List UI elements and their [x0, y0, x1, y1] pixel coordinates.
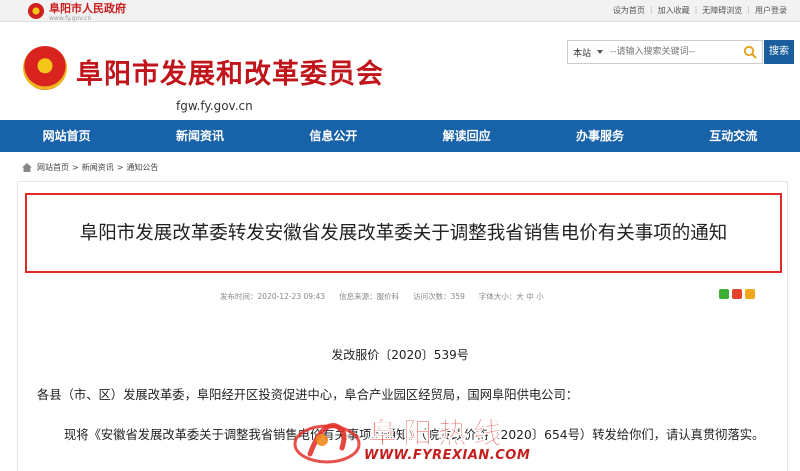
user-login-link[interactable]: 用户登录 — [750, 5, 792, 16]
search-scope-select[interactable]: 本站 — [573, 46, 591, 59]
document-number: 发改服价〔2020〕539号 — [331, 348, 469, 362]
breadcrumb-item-news[interactable]: 新闻资讯 — [82, 162, 114, 173]
top-bar: 阜阳市人民政府 www.fy.gov.cn 设为首页 | 加入收藏 | 无障碍浏… — [0, 0, 800, 22]
breadcrumb-item-notices[interactable]: 通知公告 — [126, 162, 158, 173]
gov-portal-logo[interactable]: 阜阳市人民政府 www.fy.gov.cn — [28, 3, 126, 22]
main-nav: 网站首页 新闻资讯 信息公开 解读回应 办事服务 互动交流 — [0, 120, 800, 152]
gov-portal-name: 阜阳市人民政府 — [49, 2, 126, 15]
wechat-share-icon[interactable] — [719, 289, 729, 299]
weibo-share-icon[interactable] — [732, 289, 742, 299]
nav-item-home[interactable]: 网站首页 — [0, 120, 133, 152]
article-paragraph: 各县（市、区）发展改革委，阜阳经开区投资促进中心，阜合产业园区经贸局，国网阜阳供… — [37, 388, 579, 402]
home-icon — [22, 163, 32, 172]
article-title-highlight: 阜阳市发展改革委转发安徽省发展改革委关于调整我省销售电价有关事项的通知 — [25, 193, 782, 273]
search-button[interactable]: 搜索 — [764, 40, 794, 64]
chevron-down-icon[interactable] — [597, 50, 603, 54]
article-title: 阜阳市发展改革委转发安徽省发展改革委关于调整我省销售电价有关事项的通知 — [79, 223, 728, 244]
set-homepage-link[interactable]: 设为首页 — [608, 5, 650, 16]
article-meta: 发布时间：2020-12-23 09:43 信息来源：服价科 访问次数：359 … — [220, 291, 544, 302]
breadcrumb-separator: > — [116, 163, 124, 172]
info-source: 信息来源：服价科 — [339, 292, 400, 301]
nav-item-interpretation[interactable]: 解读回应 — [400, 120, 533, 152]
site-header: 阜阳市发展和改革委员会 fgw.fy.gov.cn — [0, 22, 800, 120]
view-count: 访问次数：359 — [413, 292, 465, 301]
search-box: 本站 — [567, 40, 763, 64]
breadcrumb-item-home[interactable]: 网站首页 — [37, 162, 69, 173]
national-emblem-icon — [23, 46, 67, 90]
nav-item-info-disclosure[interactable]: 信息公开 — [267, 120, 400, 152]
breadcrumb-separator: > — [72, 163, 79, 172]
nav-item-services[interactable]: 办事服务 — [533, 120, 666, 152]
nav-item-news[interactable]: 新闻资讯 — [133, 120, 266, 152]
add-favorite-link[interactable]: 加入收藏 — [653, 5, 695, 16]
top-links: 设为首页 | 加入收藏 | 无障碍浏览 | 用户登录 — [608, 5, 792, 16]
nav-item-interaction[interactable]: 互动交流 — [667, 120, 800, 152]
article-paragraph: 现将《安徽省发展改革委关于调整我省销售电价有关事项的通知》（皖发改价格〔2020… — [64, 428, 765, 442]
site-title[interactable]: 阜阳市发展和改革委员会 — [76, 52, 384, 91]
font-size-control[interactable]: 字体大小：大 中 小 — [479, 291, 544, 302]
share-buttons — [719, 289, 755, 299]
publish-time: 发布时间：2020-12-23 09:43 — [220, 292, 326, 301]
breadcrumb: 网站首页 > 新闻资讯 > 通知公告 — [22, 162, 158, 173]
national-emblem-icon — [28, 3, 44, 19]
site-domain: fgw.fy.gov.cn — [176, 99, 253, 113]
gov-portal-url: www.fy.gov.cn — [49, 15, 92, 22]
search-icon[interactable] — [743, 45, 757, 59]
accessibility-link[interactable]: 无障碍浏览 — [697, 5, 747, 16]
search-input[interactable] — [610, 44, 736, 60]
qzone-share-icon[interactable] — [745, 289, 755, 299]
